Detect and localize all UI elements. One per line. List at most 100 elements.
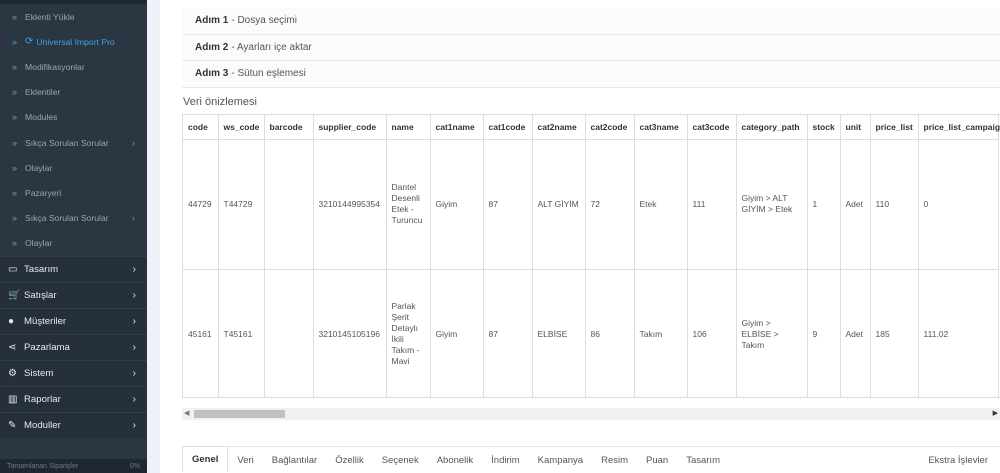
sidebar-item-tasarim[interactable]: ▭ Tasarım › bbox=[0, 255, 147, 282]
chevron-right-icon: › bbox=[132, 315, 136, 327]
table-row: 45161 T45161 3210145105196 Parlak Şerit Det… bbox=[183, 269, 999, 397]
chevron-right-icon: › bbox=[132, 393, 136, 405]
horizontal-scrollbar[interactable]: ◀ ▶ bbox=[182, 408, 1000, 420]
step-2[interactable]: Adım 2 - Ayarları içe aktar bbox=[182, 34, 1000, 61]
table-cell bbox=[264, 269, 314, 397]
step-1[interactable]: Adım 1 - Dosya seçimi bbox=[182, 8, 1000, 35]
table-cell: Giyim bbox=[430, 139, 484, 270]
column-header: category_path bbox=[736, 115, 808, 140]
table-cell: 111 bbox=[687, 139, 737, 270]
table-cell: Etek bbox=[634, 139, 688, 270]
tab-baglantilar[interactable]: Bağlantılar bbox=[263, 447, 326, 473]
table-cell: Takım bbox=[634, 269, 688, 397]
orders-progress-label: Tamamlanan Siparişler bbox=[7, 462, 79, 470]
table-cell: Parlak Şerit Detaylı İkili Takım - Mavi bbox=[386, 269, 431, 397]
sidebar-item-eklentiler[interactable]: » Eklentiler bbox=[0, 80, 147, 105]
sidebar-item-label: Pazaryeri bbox=[25, 187, 62, 198]
sidebar-item-raporlar[interactable]: ▥ Raporlar › bbox=[0, 385, 147, 412]
product-tabs: Genel Veri Bağlantılar Özellik Seçenek Abonel… bbox=[182, 446, 1000, 473]
sidebar-item-modifikasyonlar[interactable]: » Modifikasyonlar bbox=[0, 54, 147, 79]
data-preview-title: Veri önizlemesi bbox=[183, 96, 257, 108]
sidebar-item-musteriler[interactable]: ● Müşteriler › bbox=[0, 307, 147, 334]
data-preview-table-wrapper: code ws_code barcode supplier_code name cat1n… bbox=[182, 114, 1000, 398]
table-cell: ELBİSE bbox=[532, 269, 586, 397]
table-cell: Adet bbox=[840, 139, 871, 270]
tab-abonelik[interactable]: Abonelik bbox=[428, 447, 482, 473]
tab-indirim[interactable]: İndirim bbox=[482, 447, 529, 473]
sidebar-item-sikca-sorulan-sorular[interactable]: » Sıkça Sorulan Sorular › bbox=[0, 206, 147, 231]
bar-chart-icon: ▥ bbox=[8, 393, 18, 405]
table-cell: 3210144995354 bbox=[313, 139, 387, 270]
scroll-right-icon[interactable]: ▶ bbox=[993, 409, 998, 417]
step-3-number: Adım 3 bbox=[195, 68, 229, 80]
sidebar-item-label: Sistem bbox=[24, 367, 54, 379]
column-header: cat1code bbox=[483, 115, 533, 140]
double-chevron-icon: » bbox=[12, 213, 18, 224]
tab-ozellik[interactable]: Özellik bbox=[326, 447, 373, 473]
column-header: cat3name bbox=[634, 115, 688, 140]
step-3[interactable]: Adım 3 - Sütun eşlemesi bbox=[182, 61, 1000, 88]
column-header: barcode bbox=[264, 115, 314, 140]
table-cell: Adet bbox=[840, 269, 871, 397]
sidebar-item-olaylar[interactable]: » Olaylar bbox=[0, 231, 147, 256]
tab-veri[interactable]: Veri bbox=[228, 447, 262, 473]
column-header: code bbox=[183, 115, 219, 140]
sidebar-item-sistem[interactable]: ⚙ Sistem › bbox=[0, 359, 147, 386]
column-header: cat3code bbox=[687, 115, 737, 140]
sidebar-item-satislar[interactable]: 🛒 Satışlar › bbox=[0, 281, 147, 308]
column-header: cat2code bbox=[585, 115, 635, 140]
extra-functions-button[interactable]: Ekstra İşlevler bbox=[928, 447, 1000, 473]
orders-progress: Tamamlanan Siparişler 0% bbox=[0, 459, 147, 473]
tab-secenek[interactable]: Seçenek bbox=[373, 447, 428, 473]
tab-puan[interactable]: Puan bbox=[637, 447, 677, 473]
double-chevron-icon: » bbox=[12, 238, 18, 249]
step-3-text: - Sütun eşlemesi bbox=[231, 68, 306, 80]
double-chevron-icon: » bbox=[12, 137, 18, 148]
sidebar-item-olaylar[interactable]: » Olaylar bbox=[0, 155, 147, 180]
sidebar-item-moduller[interactable]: ✎ Moduller › bbox=[0, 411, 147, 438]
column-header: stock bbox=[807, 115, 841, 140]
step-2-number: Adım 2 bbox=[195, 41, 229, 53]
double-chevron-icon: » bbox=[12, 187, 18, 198]
sidebar-item-label: Tasarım bbox=[24, 263, 59, 275]
sidebar-item-universal-import-pro[interactable]: » ⟳ Universal Import Pro bbox=[0, 29, 147, 54]
sidebar-item-pazarlama[interactable]: ⋖ Pazarlama › bbox=[0, 333, 147, 360]
sidebar: » Eklenti Yükle » ⟳ Universal Import Pro » Mod… bbox=[0, 0, 147, 473]
user-icon: ● bbox=[8, 315, 15, 327]
chevron-right-icon: › bbox=[132, 367, 136, 379]
sidebar-item-label: Olaylar bbox=[25, 238, 53, 249]
tab-tasarim[interactable]: Tasarım bbox=[677, 447, 729, 473]
step-1-text: - Dosya seçimi bbox=[231, 15, 297, 27]
double-chevron-icon: » bbox=[12, 36, 18, 47]
tab-kampanya[interactable]: Kampanya bbox=[529, 447, 592, 473]
sidebar-item-modules[interactable]: » Modules bbox=[0, 105, 147, 130]
double-chevron-icon: » bbox=[12, 87, 18, 98]
sidebar-item-pazaryeri[interactable]: » Pazaryeri bbox=[0, 180, 147, 205]
column-header: cat2name bbox=[532, 115, 586, 140]
tab-resim[interactable]: Resim bbox=[592, 447, 637, 473]
sidebar-item-label: Pazarlama bbox=[24, 341, 70, 353]
sidebar-item-label: Moduller bbox=[24, 419, 61, 431]
scrollbar-thumb[interactable] bbox=[194, 410, 285, 418]
sidebar-item-sikca-sorulan-sorular[interactable]: » Sıkça Sorulan Sorular › bbox=[0, 130, 147, 155]
chevron-right-icon: › bbox=[132, 341, 136, 353]
sidebar-item-label: Raporlar bbox=[24, 393, 61, 405]
table-cell: Giyim > ALT GİYİM > Etek bbox=[736, 139, 808, 270]
table-cell bbox=[264, 139, 314, 270]
table-cell: 87 bbox=[483, 139, 533, 270]
table-cell: 86 bbox=[585, 269, 635, 397]
sidebar-item-label: Modifikasyonlar bbox=[25, 61, 85, 72]
sidebar-item-eklenti-yukle[interactable]: » Eklenti Yükle bbox=[0, 4, 147, 29]
double-chevron-icon: » bbox=[12, 162, 18, 173]
table-cell: 3210145105196 bbox=[313, 269, 387, 397]
orders-progress-value: 0% bbox=[129, 462, 140, 470]
column-header: supplier_code bbox=[313, 115, 387, 140]
scroll-left-icon[interactable]: ◀ bbox=[184, 409, 189, 417]
gear-icon: ⚙ bbox=[8, 367, 17, 379]
sidebar-item-label: Müşteriler bbox=[24, 315, 67, 327]
tab-genel[interactable]: Genel bbox=[182, 446, 229, 472]
chevron-right-icon: › bbox=[132, 419, 136, 431]
table-cell: 0 bbox=[918, 139, 999, 270]
sidebar-item-label: Universal Import Pro bbox=[36, 36, 115, 47]
table-row: 44729 T44729 3210144995354 Dantel Desenli E… bbox=[183, 139, 999, 270]
